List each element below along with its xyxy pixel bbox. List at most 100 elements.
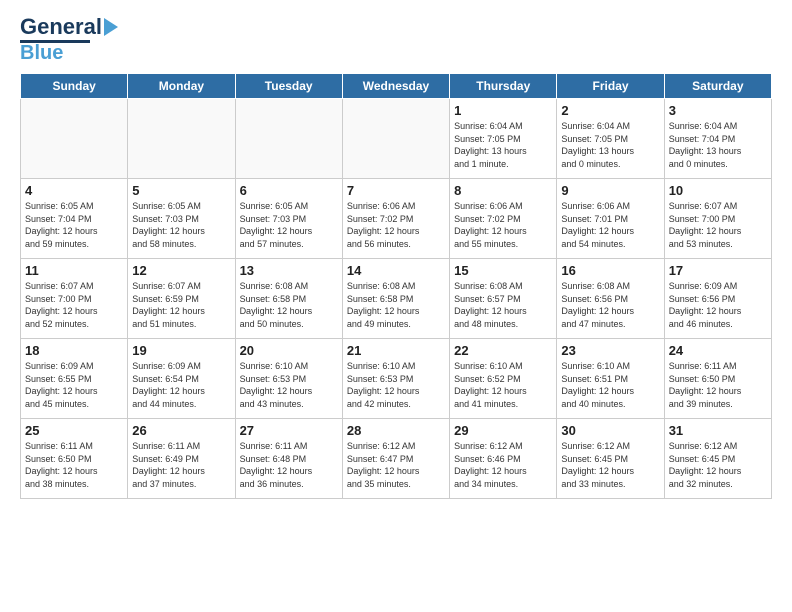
day-info: Sunrise: 6:11 AM Sunset: 6:49 PM Dayligh… [132, 440, 230, 490]
calendar-cell [128, 99, 235, 179]
day-number: 8 [454, 183, 552, 198]
calendar-cell: 31 Sunrise: 6:12 AM Sunset: 6:45 PM Dayli… [664, 419, 771, 499]
calendar-cell: 13 Sunrise: 6:08 AM Sunset: 6:58 PM Dayli… [235, 259, 342, 339]
day-info: Sunrise: 6:06 AM Sunset: 7:01 PM Dayligh… [561, 200, 659, 250]
day-info: Sunrise: 6:12 AM Sunset: 6:46 PM Dayligh… [454, 440, 552, 490]
day-info: Sunrise: 6:05 AM Sunset: 7:04 PM Dayligh… [25, 200, 123, 250]
weekday-wednesday: Wednesday [342, 74, 449, 99]
week-row-1: 4 Sunrise: 6:05 AM Sunset: 7:04 PM Daylig… [21, 179, 772, 259]
day-number: 1 [454, 103, 552, 118]
calendar-cell: 29 Sunrise: 6:12 AM Sunset: 6:46 PM Dayli… [450, 419, 557, 499]
week-row-4: 25 Sunrise: 6:11 AM Sunset: 6:50 PM Dayli… [21, 419, 772, 499]
calendar-cell: 14 Sunrise: 6:08 AM Sunset: 6:58 PM Dayli… [342, 259, 449, 339]
day-number: 24 [669, 343, 767, 358]
day-info: Sunrise: 6:12 AM Sunset: 6:45 PM Dayligh… [669, 440, 767, 490]
calendar-cell: 1 Sunrise: 6:04 AM Sunset: 7:05 PM Daylig… [450, 99, 557, 179]
weekday-monday: Monday [128, 74, 235, 99]
week-row-2: 11 Sunrise: 6:07 AM Sunset: 7:00 PM Dayli… [21, 259, 772, 339]
weekday-friday: Friday [557, 74, 664, 99]
day-number: 7 [347, 183, 445, 198]
calendar-cell [235, 99, 342, 179]
calendar-cell: 25 Sunrise: 6:11 AM Sunset: 6:50 PM Dayli… [21, 419, 128, 499]
day-number: 9 [561, 183, 659, 198]
calendar-cell: 26 Sunrise: 6:11 AM Sunset: 6:49 PM Dayli… [128, 419, 235, 499]
day-number: 27 [240, 423, 338, 438]
day-info: Sunrise: 6:05 AM Sunset: 7:03 PM Dayligh… [240, 200, 338, 250]
weekday-saturday: Saturday [664, 74, 771, 99]
day-info: Sunrise: 6:09 AM Sunset: 6:55 PM Dayligh… [25, 360, 123, 410]
day-number: 20 [240, 343, 338, 358]
calendar-cell [21, 99, 128, 179]
calendar-cell: 9 Sunrise: 6:06 AM Sunset: 7:01 PM Daylig… [557, 179, 664, 259]
calendar-cell: 12 Sunrise: 6:07 AM Sunset: 6:59 PM Dayli… [128, 259, 235, 339]
day-info: Sunrise: 6:04 AM Sunset: 7:05 PM Dayligh… [561, 120, 659, 170]
week-row-0: 1 Sunrise: 6:04 AM Sunset: 7:05 PM Daylig… [21, 99, 772, 179]
calendar-cell: 23 Sunrise: 6:10 AM Sunset: 6:51 PM Dayli… [557, 339, 664, 419]
day-info: Sunrise: 6:04 AM Sunset: 7:05 PM Dayligh… [454, 120, 552, 170]
calendar-cell [342, 99, 449, 179]
calendar-cell: 19Sunrise: 6:09 AM Sunset: 6:54 PM Dayli… [128, 339, 235, 419]
day-info: Sunrise: 6:08 AM Sunset: 6:57 PM Dayligh… [454, 280, 552, 330]
day-info: Sunrise: 6:12 AM Sunset: 6:45 PM Dayligh… [561, 440, 659, 490]
day-number: 21 [347, 343, 445, 358]
day-number: 10 [669, 183, 767, 198]
weekday-thursday: Thursday [450, 74, 557, 99]
day-number: 22 [454, 343, 552, 358]
day-info: Sunrise: 6:09 AM Sunset: 6:56 PM Dayligh… [669, 280, 767, 330]
logo-blue: Blue [20, 43, 63, 63]
day-number: 29 [454, 423, 552, 438]
day-info: Sunrise: 6:08 AM Sunset: 6:58 PM Dayligh… [240, 280, 338, 330]
day-number: 12 [132, 263, 230, 278]
day-number: 16 [561, 263, 659, 278]
day-number: 23 [561, 343, 659, 358]
day-number: 13 [240, 263, 338, 278]
calendar-cell: 11 Sunrise: 6:07 AM Sunset: 7:00 PM Dayli… [21, 259, 128, 339]
calendar-cell: 27Sunrise: 6:11 AM Sunset: 6:48 PM Dayli… [235, 419, 342, 499]
calendar-cell: 17 Sunrise: 6:09 AM Sunset: 6:56 PM Dayli… [664, 259, 771, 339]
day-info: Sunrise: 6:10 AM Sunset: 6:53 PM Dayligh… [347, 360, 445, 410]
day-number: 14 [347, 263, 445, 278]
logo-general: General [20, 16, 102, 38]
day-number: 18 [25, 343, 123, 358]
day-number: 19 [132, 343, 230, 358]
day-info: Sunrise: 6:10 AM Sunset: 6:51 PM Dayligh… [561, 360, 659, 410]
day-info: Sunrise: 6:08 AM Sunset: 6:56 PM Dayligh… [561, 280, 659, 330]
weekday-sunday: Sunday [21, 74, 128, 99]
calendar-cell: 28Sunrise: 6:12 AM Sunset: 6:47 PM Dayli… [342, 419, 449, 499]
calendar-cell: 3Sunrise: 6:04 AM Sunset: 7:04 PM Daylig… [664, 99, 771, 179]
weekday-header-row: SundayMondayTuesdayWednesdayThursdayFrid… [21, 74, 772, 99]
calendar-cell: 18 Sunrise: 6:09 AM Sunset: 6:55 PM Dayli… [21, 339, 128, 419]
logo-arrow-icon [104, 18, 118, 36]
day-number: 2 [561, 103, 659, 118]
day-number: 6 [240, 183, 338, 198]
day-info: Sunrise: 6:06 AM Sunset: 7:02 PM Dayligh… [347, 200, 445, 250]
calendar-cell: 24 Sunrise: 6:11 AM Sunset: 6:50 PM Dayli… [664, 339, 771, 419]
day-number: 25 [25, 423, 123, 438]
day-info: Sunrise: 6:07 AM Sunset: 7:00 PM Dayligh… [25, 280, 123, 330]
day-number: 4 [25, 183, 123, 198]
day-info: Sunrise: 6:07 AM Sunset: 6:59 PM Dayligh… [132, 280, 230, 330]
calendar-cell: 22Sunrise: 6:10 AM Sunset: 6:52 PM Dayli… [450, 339, 557, 419]
day-number: 26 [132, 423, 230, 438]
calendar-cell: 4 Sunrise: 6:05 AM Sunset: 7:04 PM Daylig… [21, 179, 128, 259]
calendar-cell: 20Sunrise: 6:10 AM Sunset: 6:53 PM Dayli… [235, 339, 342, 419]
calendar: SundayMondayTuesdayWednesdayThursdayFrid… [20, 73, 772, 499]
weekday-tuesday: Tuesday [235, 74, 342, 99]
calendar-cell: 7 Sunrise: 6:06 AM Sunset: 7:02 PM Daylig… [342, 179, 449, 259]
day-number: 5 [132, 183, 230, 198]
header: General Blue [20, 16, 772, 63]
day-info: Sunrise: 6:11 AM Sunset: 6:50 PM Dayligh… [669, 360, 767, 410]
day-info: Sunrise: 6:06 AM Sunset: 7:02 PM Dayligh… [454, 200, 552, 250]
day-number: 15 [454, 263, 552, 278]
calendar-cell: 16 Sunrise: 6:08 AM Sunset: 6:56 PM Dayli… [557, 259, 664, 339]
day-info: Sunrise: 6:08 AM Sunset: 6:58 PM Dayligh… [347, 280, 445, 330]
week-row-3: 18 Sunrise: 6:09 AM Sunset: 6:55 PM Dayli… [21, 339, 772, 419]
day-info: Sunrise: 6:11 AM Sunset: 6:50 PM Dayligh… [25, 440, 123, 490]
day-number: 3 [669, 103, 767, 118]
day-number: 28 [347, 423, 445, 438]
calendar-cell: 8 Sunrise: 6:06 AM Sunset: 7:02 PM Daylig… [450, 179, 557, 259]
calendar-cell: 5Sunrise: 6:05 AM Sunset: 7:03 PM Daylig… [128, 179, 235, 259]
day-number: 11 [25, 263, 123, 278]
day-number: 31 [669, 423, 767, 438]
day-number: 17 [669, 263, 767, 278]
